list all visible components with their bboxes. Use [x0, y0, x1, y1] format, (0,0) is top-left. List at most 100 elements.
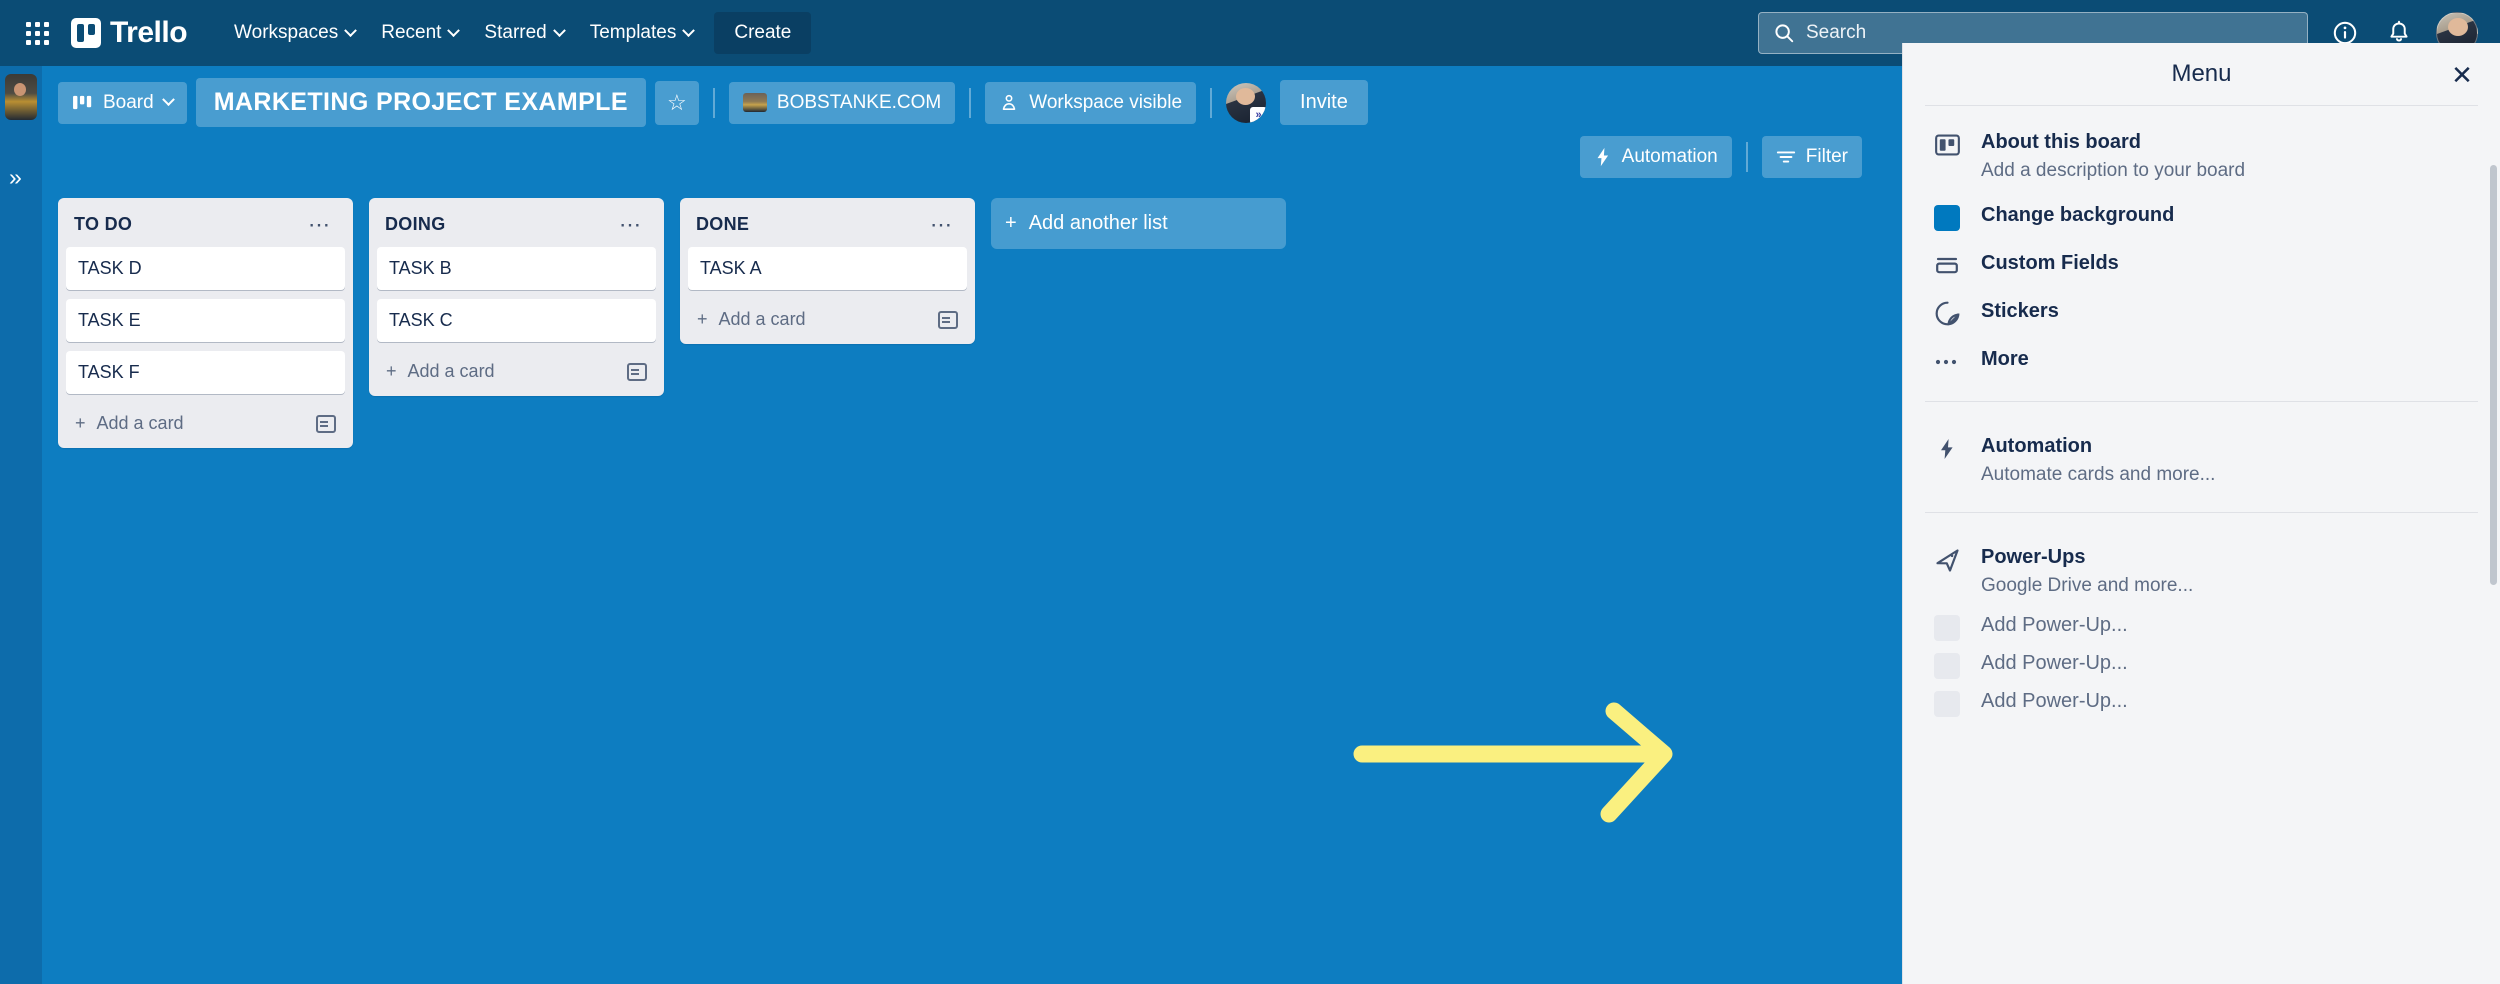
menu-item-stickers[interactable]: Stickers — [1925, 289, 2478, 337]
create-button[interactable]: Create — [714, 12, 812, 54]
menu-item-add-power-up[interactable]: Add Power-Up... — [1925, 684, 2478, 722]
menu-item-label: Custom Fields — [1981, 251, 2119, 274]
plus-icon: + — [386, 361, 397, 381]
menu-item-label: Automation — [1981, 434, 2093, 457]
chevron-down-icon — [552, 23, 566, 37]
menu-item-label: More — [1981, 347, 2029, 370]
menu-item-change-background[interactable]: Change background — [1925, 193, 2478, 241]
menu-item-sublabel: Automate cards and more... — [1981, 463, 2216, 485]
card-template-icon[interactable] — [316, 414, 336, 433]
empty-swatch-icon — [1933, 652, 1961, 680]
card-template-icon[interactable] — [938, 310, 958, 329]
menu-item-add-power-up[interactable]: Add Power-Up... — [1925, 608, 2478, 646]
card[interactable]: TASK C — [377, 299, 656, 342]
card[interactable]: TASK B — [377, 247, 656, 290]
workspace-visible-icon — [1002, 94, 1016, 110]
menu-item-automation[interactable]: Automation Automate cards and more... — [1925, 424, 2478, 497]
menu-scrollbar[interactable] — [2490, 165, 2497, 585]
board-header-secondary-row: Automation Filter — [58, 135, 1886, 179]
background-swatch-icon — [1933, 204, 1961, 232]
trello-mark-icon — [71, 18, 101, 48]
board-thumbnail[interactable] — [5, 74, 37, 120]
workspace-label: BOBSTANKE.COM — [776, 91, 942, 113]
board-header-primary-row: Board MARKETING PROJECT EXAMPLE ☆ BOBSTA… — [58, 78, 1886, 127]
menu-item-sublabel: Add a description to your board — [1981, 160, 2246, 181]
workspace-button[interactable]: BOBSTANKE.COM — [728, 81, 956, 124]
list-done: DONE ⋯ TASK A + Add a card — [680, 198, 975, 344]
list-actions-icon[interactable]: ⋯ — [612, 213, 648, 235]
card[interactable]: TASK E — [66, 299, 345, 342]
menu-title: Menu — [2171, 60, 2232, 87]
card[interactable]: TASK D — [66, 247, 345, 290]
list-title[interactable]: TO DO — [74, 214, 132, 235]
menu-item-power-ups[interactable]: Power-Ups Google Drive and more... — [1925, 535, 2478, 608]
divider — [1745, 142, 1748, 172]
add-card-button[interactable]: + Add a card — [688, 299, 967, 336]
board-header: Board MARKETING PROJECT EXAMPLE ☆ BOBSTA… — [42, 66, 1902, 179]
board-view-icon — [73, 95, 92, 110]
search-icon — [1775, 24, 1794, 43]
menu-item-label: About this board — [1981, 131, 2141, 153]
menu-item-about-this-board[interactable]: About this board Add a description to yo… — [1925, 120, 2478, 193]
nav-item-templates[interactable]: Templates — [577, 14, 707, 52]
menu-item-label: Add Power-Up... — [1981, 652, 2128, 675]
chevron-down-icon — [161, 93, 175, 107]
visibility-button[interactable]: Workspace visible — [985, 81, 1197, 124]
add-card-button[interactable]: + Add a card — [66, 403, 345, 440]
nav-starred-label: Starred — [484, 22, 547, 43]
board-menu-panel: Menu ✕ About this board Add a descriptio… — [1902, 43, 2500, 984]
page-title[interactable]: MARKETING PROJECT EXAMPLE — [195, 78, 646, 127]
plus-icon: + — [75, 413, 86, 433]
visibility-label: Workspace visible — [1029, 91, 1183, 113]
empty-swatch-icon — [1933, 690, 1961, 718]
card[interactable]: TASK F — [66, 351, 345, 394]
list-header: DONE ⋯ — [688, 206, 967, 247]
menu-group-automation: Automation Automate cards and more... — [1903, 418, 2500, 497]
list-doing: DOING ⋯ TASK B TASK C + Add a card — [369, 198, 664, 396]
lightning-bolt-icon — [1597, 147, 1608, 167]
menu-item-label: Change background — [1981, 203, 2175, 226]
apps-grid-icon[interactable] — [26, 21, 49, 45]
add-card-label: Add a card — [718, 309, 806, 329]
divider — [1925, 512, 2478, 514]
divider — [969, 87, 972, 118]
nav-item-starred[interactable]: Starred — [471, 14, 576, 52]
empty-swatch-icon — [1933, 614, 1961, 642]
board-icon — [1933, 131, 1961, 159]
menu-item-label: Add Power-Up... — [1981, 690, 2128, 713]
nav-item-recent[interactable]: Recent — [368, 14, 471, 52]
member-avatar[interactable]: » — [1226, 82, 1267, 123]
card[interactable]: TASK A — [688, 247, 967, 290]
card-template-icon[interactable] — [627, 362, 647, 381]
expand-sidebar-button[interactable]: » — [9, 166, 22, 189]
add-another-list-button[interactable]: + Add another list — [991, 198, 1286, 249]
menu-group-powerups: Power-Ups Google Drive and more... Add P… — [1903, 529, 2500, 722]
list-actions-icon[interactable]: ⋯ — [301, 213, 337, 235]
board-view-switcher[interactable]: Board — [58, 81, 187, 124]
menu-group-board: About this board Add a description to yo… — [1903, 106, 2500, 385]
nav-item-workspaces[interactable]: Workspaces — [221, 14, 368, 52]
chevron-down-icon — [344, 23, 358, 37]
invite-button[interactable]: Invite — [1280, 80, 1368, 125]
filter-button[interactable]: Filter — [1761, 136, 1862, 178]
nav-recent-label: Recent — [381, 22, 442, 43]
board-canvas: TO DO ⋯ TASK D TASK E TASK F + Add a car… — [42, 198, 1902, 984]
plus-icon: + — [697, 309, 708, 329]
menu-item-more[interactable]: More — [1925, 337, 2478, 385]
list-container: TO DO ⋯ TASK D TASK E TASK F + Add a car… — [42, 198, 1902, 448]
menu-item-label: Power-Ups — [1981, 546, 2086, 569]
lightning-bolt-icon — [1933, 435, 1961, 463]
add-card-label: Add a card — [407, 361, 495, 381]
menu-item-add-power-up[interactable]: Add Power-Up... — [1925, 646, 2478, 684]
list-actions-icon[interactable]: ⋯ — [923, 213, 959, 235]
trello-logo[interactable]: Trello — [71, 16, 188, 50]
add-card-button[interactable]: + Add a card — [377, 351, 656, 388]
close-icon[interactable]: ✕ — [2446, 59, 2478, 91]
list-to-do: TO DO ⋯ TASK D TASK E TASK F + Add a car… — [58, 198, 353, 448]
menu-item-custom-fields[interactable]: Custom Fields — [1925, 241, 2478, 289]
automation-button[interactable]: Automation — [1579, 136, 1732, 178]
board-view-label: Board — [103, 91, 154, 113]
star-board-button[interactable]: ☆ — [654, 80, 699, 125]
list-title[interactable]: DOING — [385, 214, 446, 235]
list-title[interactable]: DONE — [696, 214, 749, 235]
